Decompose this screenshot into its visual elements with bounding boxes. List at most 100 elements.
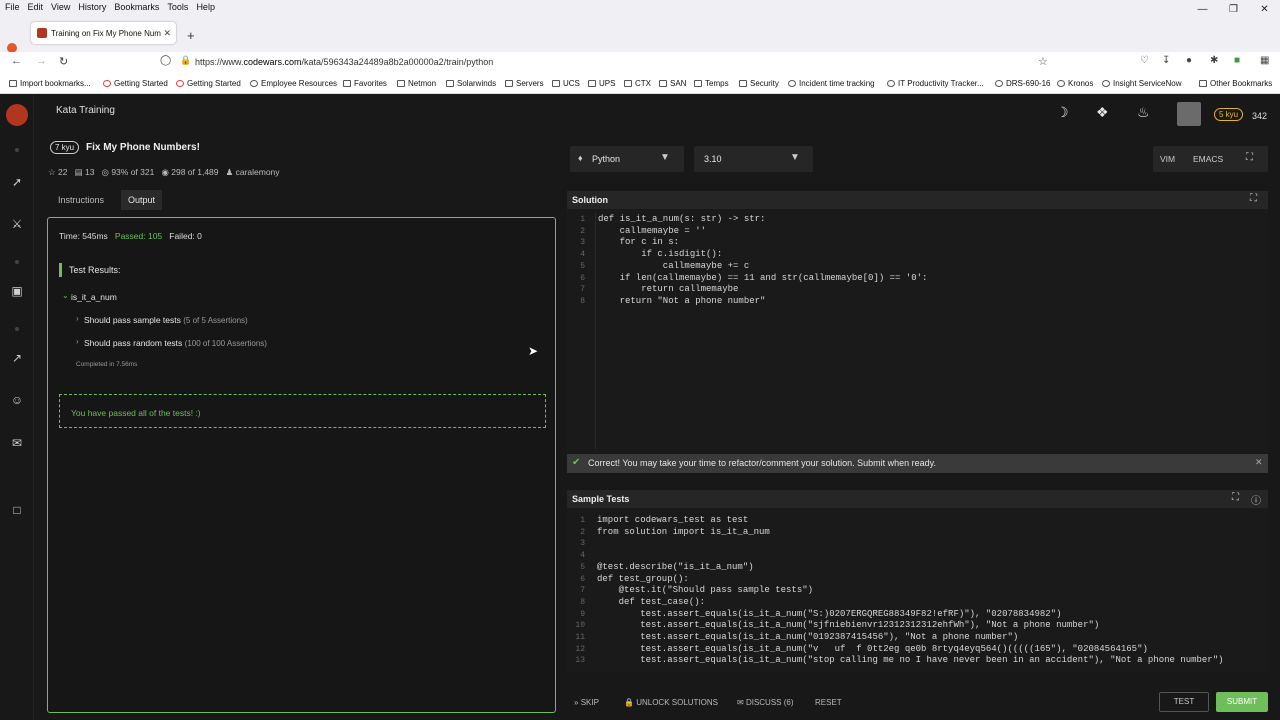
results-marker — [59, 263, 62, 277]
code-line: def test_group(): — [597, 573, 689, 584]
language-value: Python — [592, 154, 621, 164]
url-prefix: https://www. — [195, 57, 244, 67]
menu-edit[interactable]: Edit — [28, 2, 44, 12]
fullscreen-icon[interactable]: ⛶ — [1246, 152, 1253, 163]
bookmark-folder[interactable]: Security — [739, 79, 779, 88]
editor-mode-group: VIM EMACS ⛶ — [1153, 146, 1268, 172]
close-icon[interactable]: ✕ — [1255, 457, 1263, 468]
chevron-down-icon: ▼ — [790, 152, 800, 163]
chevron-down-icon[interactable]: ⌄ — [62, 291, 69, 300]
bookmark-folder[interactable]: Other Bookmarks — [1199, 79, 1272, 88]
output-summary: Time: 545ms Passed: 105 Failed: 0 — [59, 231, 202, 241]
language-select[interactable]: ♦ Python ▼ — [570, 146, 684, 172]
solution-code-editor[interactable]: def is_it_a_num(s: str) -> str: callmema… — [598, 214, 927, 308]
menu-history[interactable]: History — [78, 2, 106, 12]
emacs-mode-button[interactable]: EMACS — [1193, 154, 1223, 164]
check-circle-icon: ✔ — [572, 457, 581, 468]
discuss-icon[interactable]: ✉ — [9, 435, 25, 451]
tab-close-icon[interactable]: ✕ — [163, 28, 171, 39]
bookmark-folder[interactable]: Solarwinds — [446, 79, 496, 88]
python-icon: ♦ — [578, 153, 583, 163]
pocket-icon[interactable]: ♡ — [1140, 55, 1149, 66]
test-random[interactable]: Should pass random tests (100 of 100 Ass… — [84, 338, 267, 348]
forward-icon[interactable]: → — [36, 55, 47, 67]
vim-mode-button[interactable]: VIM — [1160, 154, 1175, 164]
bookmark-item[interactable]: Getting Started — [103, 79, 168, 88]
training-icon[interactable]: ▣ — [9, 283, 25, 299]
codewars-logo-icon[interactable] — [6, 104, 28, 126]
bookmark-item[interactable]: Insight ServiceNow — [1102, 79, 1181, 88]
author-name[interactable]: caralemony — [236, 167, 280, 177]
help-icon[interactable]: ⓘ — [1251, 492, 1261, 507]
skip-button[interactable]: » SKIP — [574, 698, 599, 707]
kata-icon[interactable]: ⚔ — [9, 216, 25, 232]
test-group-name[interactable]: is_it_a_num — [71, 292, 117, 302]
bookmark-item[interactable]: Kronos — [1057, 79, 1093, 88]
expand-icon[interactable]: ⛶ — [1232, 492, 1239, 503]
bookmark-item[interactable]: DRS-690-16 — [995, 79, 1050, 88]
back-icon[interactable]: ← — [11, 55, 22, 67]
shield-icon[interactable]: ◯ — [160, 55, 171, 66]
bookmark-folder[interactable]: Temps — [694, 79, 729, 88]
version-select[interactable]: 3.10 ▼ — [694, 146, 813, 172]
tab-instructions[interactable]: Instructions — [58, 195, 104, 205]
time-stat: Time: 545ms — [59, 231, 108, 241]
bookmark-item[interactable]: Import bookmarks... — [9, 79, 91, 88]
bookmark-folder[interactable]: Netmon — [397, 79, 436, 88]
extension-puzzle-icon[interactable]: ▦ — [1260, 55, 1269, 66]
dark-mode-icon[interactable]: ☽ — [1056, 104, 1069, 121]
menu-view[interactable]: View — [51, 2, 70, 12]
bookmark-folder[interactable]: UPS — [588, 79, 615, 88]
collections-count: 13 — [84, 167, 95, 177]
author-icon: ♟ — [225, 167, 234, 177]
reload-icon[interactable]: ↻ — [59, 55, 68, 68]
star-icon[interactable]: ☆ — [48, 167, 56, 177]
expand-icon[interactable]: ⛶ — [1250, 193, 1257, 204]
avatar[interactable] — [1177, 102, 1201, 126]
notifications-bell-icon[interactable]: ♨ — [1137, 104, 1150, 121]
menu-file[interactable]: File — [5, 2, 20, 12]
menu-help[interactable]: Help — [196, 2, 215, 12]
line-number: 6 — [580, 273, 585, 283]
discord-icon[interactable]: ☺ — [9, 392, 25, 408]
docs-icon[interactable]: □ — [9, 502, 25, 518]
test-button[interactable]: TEST — [1159, 692, 1209, 712]
unlock-solutions-button[interactable]: 🔒 UNLOCK SOLUTIONS — [624, 698, 718, 707]
extension-icon[interactable]: ✱ — [1210, 55, 1218, 66]
reset-button[interactable]: RESET — [815, 698, 842, 707]
chevron-right-icon[interactable]: › — [76, 314, 79, 323]
bookmark-star-icon[interactable]: ☆ — [1038, 55, 1048, 68]
leaderboard-icon[interactable]: ↗ — [9, 350, 25, 366]
menu-tools[interactable]: Tools — [167, 2, 188, 12]
url-bar[interactable]: https://www.codewars.com/kata/596343a244… — [195, 57, 493, 67]
browser-tab[interactable]: Training on Fix My Phone Num ✕ — [31, 22, 176, 44]
bookmark-folder[interactable]: CTX — [624, 79, 651, 88]
sample-code-editor[interactable]: import codewars_test as test from solutio… — [597, 515, 1224, 667]
account-icon[interactable]: ● — [1186, 55, 1192, 66]
tab-output[interactable]: Output — [121, 190, 163, 210]
success-box: You have passed all of the tests! :) — [59, 394, 546, 428]
code-line: test.assert_equals(is_it_a_num("stop cal… — [597, 655, 1224, 666]
discuss-button[interactable]: ✉ DISCUSS (6) — [737, 698, 794, 707]
bookmark-item[interactable]: Getting Started — [176, 79, 241, 88]
bookmark-folder[interactable]: SAN — [659, 79, 686, 88]
test-sample[interactable]: Should pass sample tests (5 of 5 Asserti… — [84, 315, 248, 325]
submit-button[interactable]: SUBMIT — [1216, 692, 1268, 712]
bookmark-folder[interactable]: UCS — [552, 79, 580, 88]
lock-icon[interactable]: 🔒 — [180, 55, 191, 66]
bookmark-icon[interactable]: ❖ — [1096, 104, 1109, 121]
downloads-icon[interactable]: ↧ — [1162, 55, 1170, 66]
notice-text: Correct! You may take your time to refac… — [588, 458, 936, 468]
new-tab-icon[interactable]: + — [187, 28, 195, 43]
menu-bookmarks[interactable]: Bookmarks — [114, 2, 159, 12]
practice-icon[interactable]: ➚ — [9, 174, 25, 190]
bookmark-item[interactable]: Incident time tracking — [788, 79, 875, 88]
bookmark-item[interactable]: Employee Resources — [250, 79, 337, 88]
thumbs-icon: ◎ — [101, 167, 109, 177]
extension-green-icon[interactable]: ■ — [1234, 55, 1240, 66]
bookmark-item[interactable]: IT Productivity Tracker... — [887, 79, 984, 88]
bookmark-folder[interactable]: Favorites — [343, 79, 387, 88]
chevron-right-icon[interactable]: › — [76, 337, 79, 346]
browser-menubar: File Edit View History Bookmarks Tools H… — [0, 0, 1280, 14]
bookmark-folder[interactable]: Servers — [505, 79, 544, 88]
